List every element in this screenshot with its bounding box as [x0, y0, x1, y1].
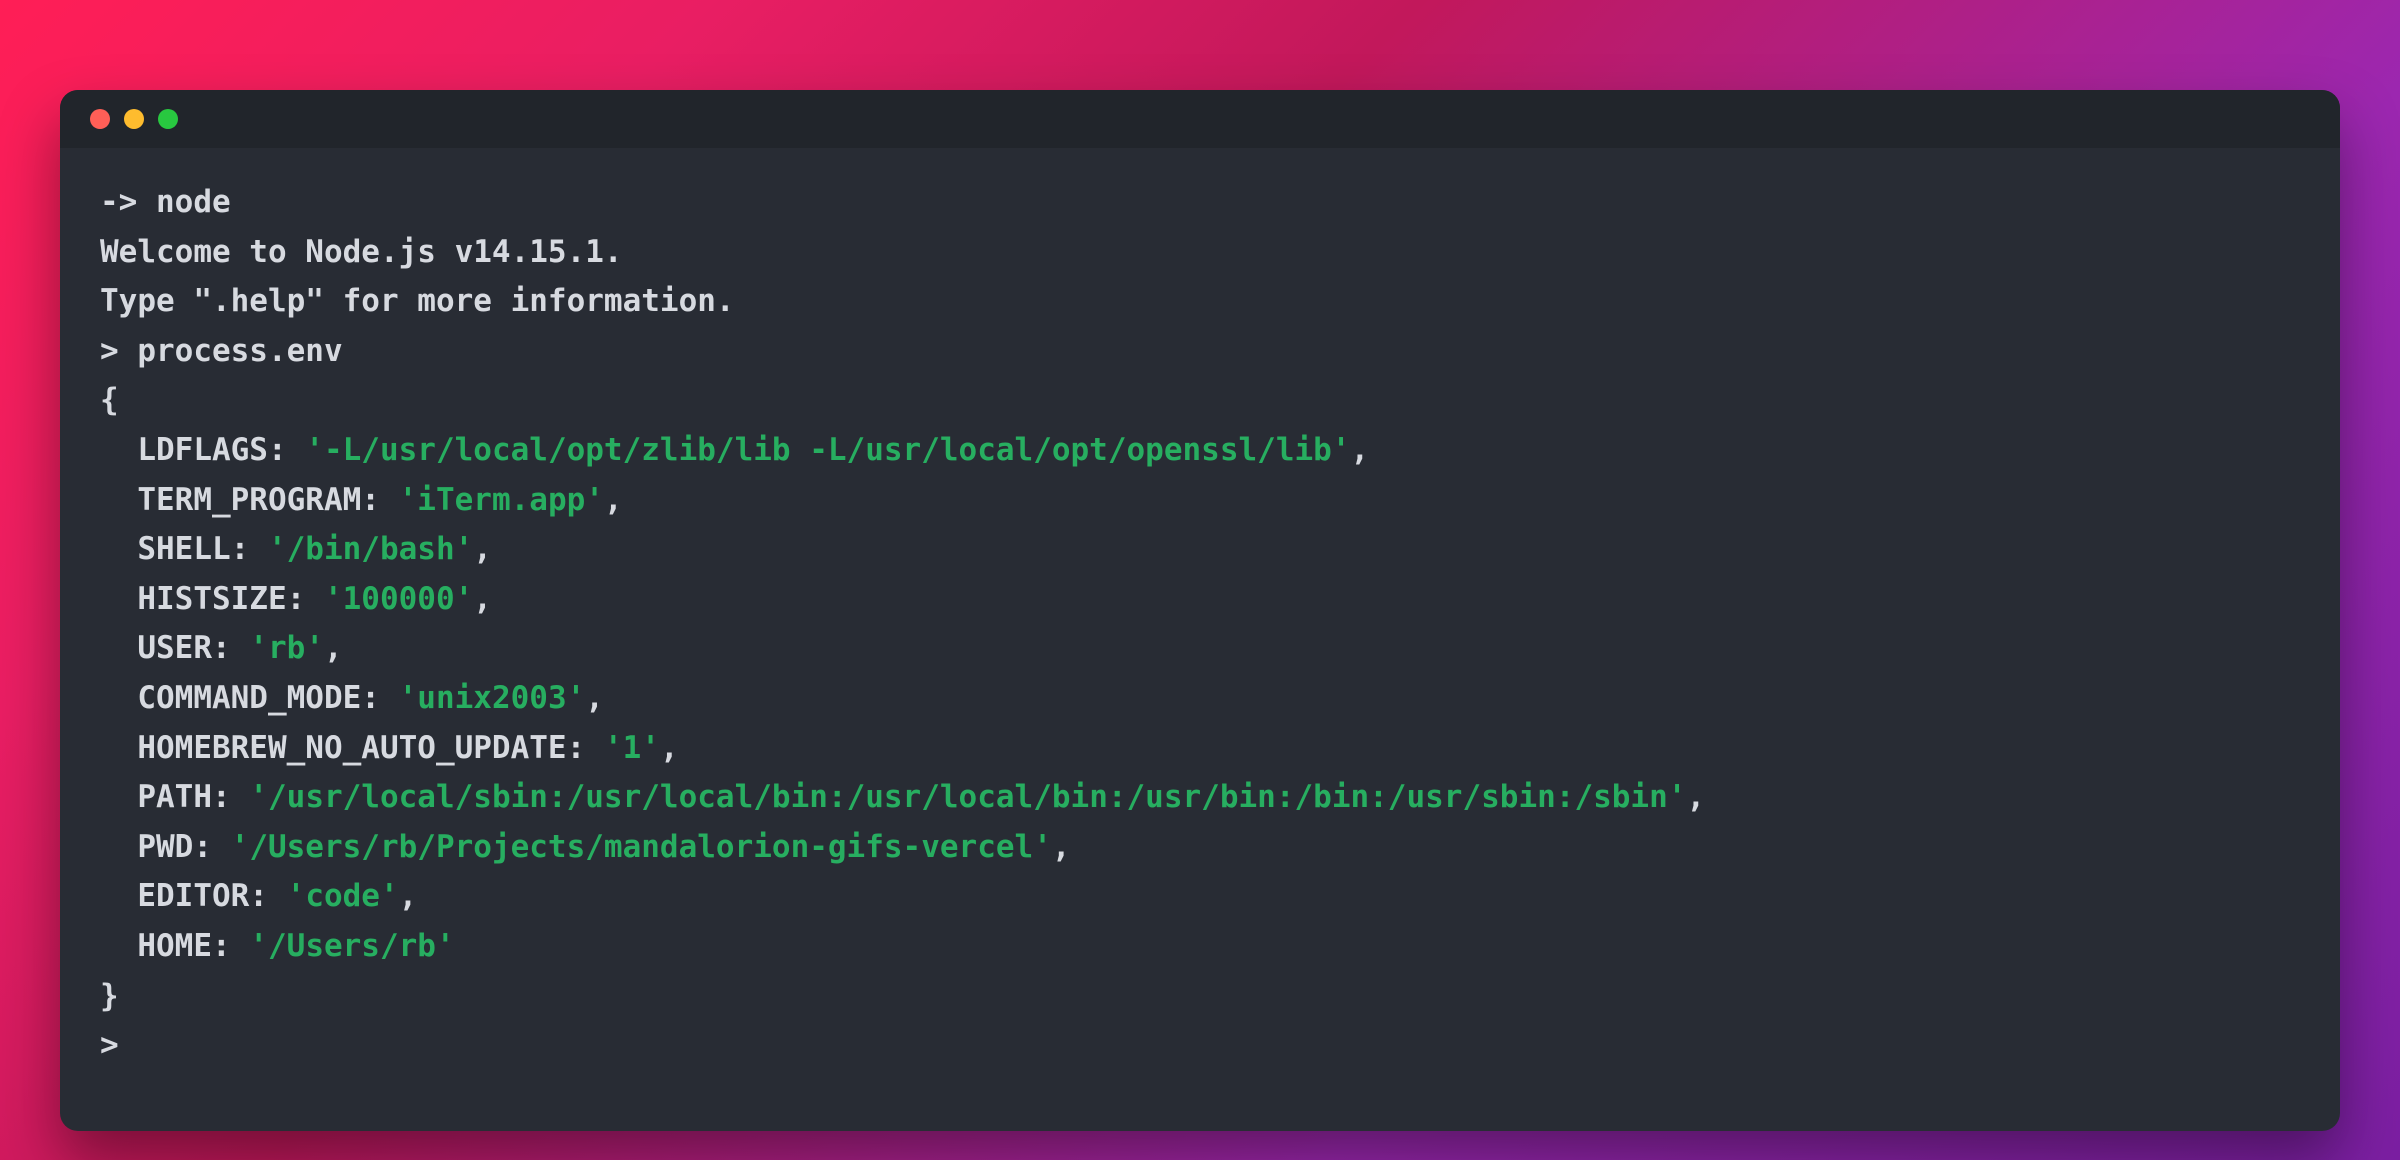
env-value: '/bin/bash': [268, 531, 473, 567]
env-value: 'rb': [249, 630, 324, 666]
env-key: COMMAND_MODE:: [137, 680, 380, 716]
repl-prompt: >: [100, 333, 137, 369]
open-brace: {: [100, 376, 2300, 426]
env-value: '-L/usr/local/opt/zlib/lib -L/usr/local/…: [305, 432, 1350, 468]
env-key: PWD:: [137, 829, 212, 865]
env-key: HISTSIZE:: [137, 581, 305, 617]
env-value: '/Users/rb/Projects/mandalorion-gifs-ver…: [231, 829, 1052, 865]
env-entry: TERM_PROGRAM: 'iTerm.app',: [100, 476, 2300, 526]
env-key: SHELL:: [137, 531, 249, 567]
env-entry: COMMAND_MODE: 'unix2003',: [100, 674, 2300, 724]
shell-prompt-line: -> node: [100, 178, 2300, 228]
env-entry: HOME: '/Users/rb': [100, 922, 2300, 972]
env-entry: HISTSIZE: '100000',: [100, 575, 2300, 625]
env-key: LDFLAGS:: [137, 432, 286, 468]
env-value: 'iTerm.app': [399, 482, 604, 518]
env-entry: USER: 'rb',: [100, 624, 2300, 674]
env-value: 'code': [287, 878, 399, 914]
env-value: '100000': [324, 581, 473, 617]
env-key: TERM_PROGRAM:: [137, 482, 380, 518]
env-entry: PWD: '/Users/rb/Projects/mandalorion-gif…: [100, 823, 2300, 873]
env-entry: SHELL: '/bin/bash',: [100, 525, 2300, 575]
repl-input-line: > process.env: [100, 327, 2300, 377]
close-icon[interactable]: [90, 109, 110, 129]
env-value: '1': [604, 730, 660, 766]
env-key: HOME:: [137, 928, 230, 964]
maximize-icon[interactable]: [158, 109, 178, 129]
terminal-window: -> nodeWelcome to Node.js v14.15.1.Type …: [60, 90, 2340, 1131]
env-entry: LDFLAGS: '-L/usr/local/opt/zlib/lib -L/u…: [100, 426, 2300, 476]
env-entry: PATH: '/usr/local/sbin:/usr/local/bin:/u…: [100, 773, 2300, 823]
close-brace: }: [100, 972, 2300, 1022]
env-key: EDITOR:: [137, 878, 268, 914]
env-value: '/usr/local/sbin:/usr/local/bin:/usr/loc…: [249, 779, 1686, 815]
titlebar: [60, 90, 2340, 148]
env-value: '/Users/rb': [249, 928, 454, 964]
repl-input: process.env: [137, 333, 342, 369]
terminal-body[interactable]: -> nodeWelcome to Node.js v14.15.1.Type …: [60, 148, 2340, 1131]
env-key: HOMEBREW_NO_AUTO_UPDATE:: [137, 730, 585, 766]
env-value: 'unix2003': [399, 680, 586, 716]
welcome-line-2: Type ".help" for more information.: [100, 277, 2300, 327]
shell-prompt: ->: [100, 184, 156, 220]
env-key: USER:: [137, 630, 230, 666]
repl-trailing-prompt: >: [100, 1021, 2300, 1071]
minimize-icon[interactable]: [124, 109, 144, 129]
env-key: PATH:: [137, 779, 230, 815]
env-entry: EDITOR: 'code',: [100, 872, 2300, 922]
welcome-line-1: Welcome to Node.js v14.15.1.: [100, 228, 2300, 278]
shell-command: node: [156, 184, 231, 220]
env-entry: HOMEBREW_NO_AUTO_UPDATE: '1',: [100, 724, 2300, 774]
